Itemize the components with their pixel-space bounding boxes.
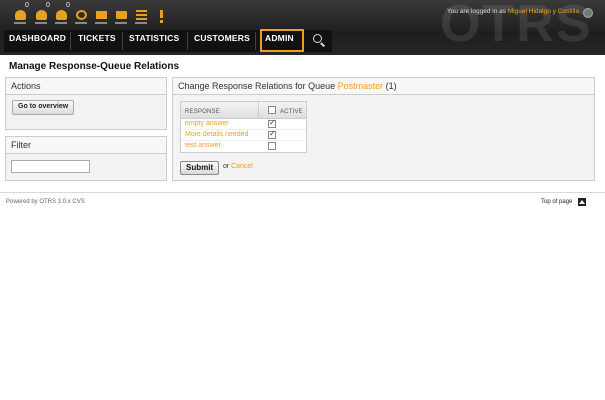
active-checkbox[interactable] [268, 118, 276, 128]
main-title-prefix: Change Response Relations for Queue [178, 81, 336, 91]
logout-icon[interactable] [583, 8, 593, 18]
escalation-view-icon[interactable] [155, 8, 171, 28]
table-row: More details needed [181, 129, 306, 141]
relations-table: RESPONSE ACTIVE empty answer More detail… [180, 101, 307, 153]
search-icon[interactable] [313, 34, 322, 43]
powered-by-text: Powered by OTRS 3.0.x CVS [6, 199, 85, 205]
page-title: Manage Response-Queue Relations [9, 61, 180, 72]
email-ticket-icon[interactable] [94, 8, 110, 28]
locked-tickets-icon[interactable] [13, 8, 29, 28]
login-info: You are logged in as Miguel Hidalgo y Co… [447, 8, 579, 15]
filter-input[interactable] [11, 160, 90, 173]
cancel-link[interactable]: Cancel [231, 163, 253, 170]
phone-ticket-icon[interactable] [74, 8, 90, 28]
person-glyph [15, 10, 26, 20]
column-active: ACTIVE [280, 109, 303, 115]
queue-view-icon[interactable] [114, 8, 130, 28]
table-row: test answer [181, 141, 306, 152]
arrow-up-icon[interactable] [578, 198, 586, 206]
filter-box: Filter [5, 136, 167, 181]
responsible-tickets-badge: 0 [66, 2, 70, 9]
top-of-page-link[interactable]: Top of page [541, 199, 572, 205]
nav-admin[interactable]: ADMIN [260, 29, 304, 52]
or-label: or [223, 163, 230, 170]
column-response: RESPONSE [185, 109, 220, 115]
locked-tickets-badge: 0 [25, 2, 29, 9]
response-link[interactable]: More details needed [185, 131, 248, 138]
watched-tickets-badge: 0 [46, 2, 50, 9]
table-header: RESPONSE ACTIVE [181, 102, 306, 119]
go-to-overview-button[interactable]: Go to overview [12, 100, 75, 115]
actions-box: Actions Go to overview [5, 77, 167, 130]
watched-tickets-icon[interactable] [34, 8, 50, 28]
active-checkbox[interactable] [268, 129, 276, 139]
table-row: empty answer [181, 118, 306, 130]
actions-header: Actions [6, 78, 166, 95]
header-bar: OTRS 0 0 0 You are logged in as Miguel H… [0, 0, 605, 55]
filter-header: Filter [6, 137, 166, 154]
nav-statistics[interactable]: STATISTICS [129, 30, 179, 52]
response-link[interactable]: empty answer [185, 120, 229, 127]
select-all-checkbox[interactable] [268, 106, 276, 114]
submit-button[interactable]: Submit [180, 161, 220, 175]
responsible-tickets-icon[interactable] [54, 8, 70, 28]
response-link[interactable]: test answer [185, 142, 221, 149]
login-prefix: You are logged in as [446, 8, 507, 15]
main-header: Change Response Relations for Queue Post… [173, 78, 594, 95]
status-view-icon[interactable] [134, 8, 150, 28]
active-checkbox[interactable] [268, 142, 276, 150]
user-name-link[interactable]: Miguel Hidalgo y Costilla [508, 8, 579, 15]
queue-count: (1) [385, 81, 397, 91]
nav-dashboard[interactable]: DASHBOARD [9, 30, 66, 52]
main-navigation: DASHBOARD TICKETS STATISTICS CUSTOMERS A… [4, 29, 332, 52]
footer-divider [0, 192, 605, 193]
nav-tickets[interactable]: TICKETS [78, 30, 116, 52]
queue-link[interactable]: Postmaster [338, 81, 384, 91]
nav-customers[interactable]: CUSTOMERS [194, 30, 250, 52]
